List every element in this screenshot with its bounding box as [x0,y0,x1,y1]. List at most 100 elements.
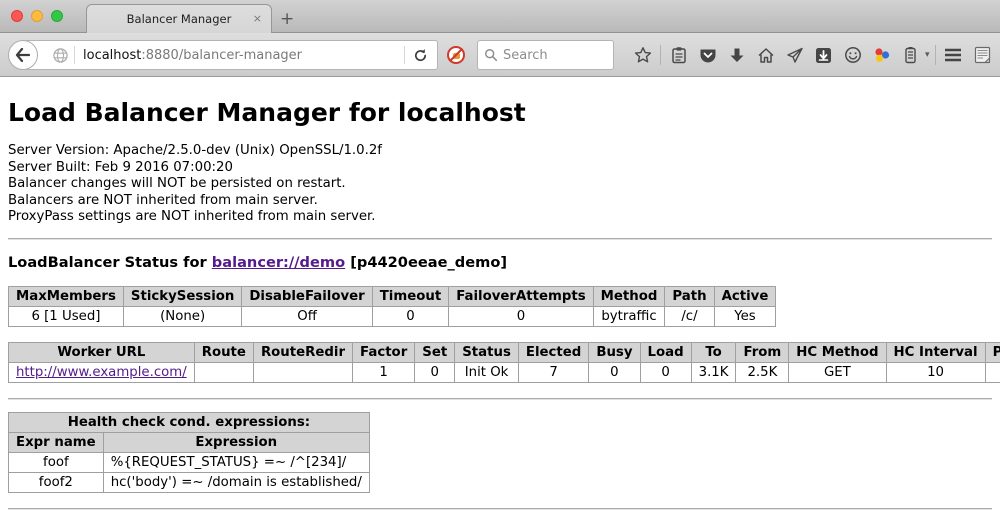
table-header-row: Expr name Expression [9,432,370,452]
table-row: foof %{REQUEST_STATUS} =~ /^[234]/ [9,452,370,472]
cell-factor: 1 [353,362,415,382]
worker-row: http://www.example.com/ 1 0 Init Ok 7 0 … [9,362,1000,382]
page-title: Load Balancer Manager for localhost [8,98,992,127]
page-snippet-icon[interactable] [973,46,991,64]
cell-expr-name: foof2 [9,472,104,492]
search-input[interactable] [503,48,603,63]
close-window-button[interactable] [11,10,23,22]
balancer-demo-link[interactable]: balancer://demo [212,254,345,271]
col-route: Route [194,342,253,362]
cell-status: Init Ok [455,362,519,382]
battery-list-icon[interactable] [902,46,920,64]
toolbar-separator [660,45,661,65]
send-plane-icon[interactable] [786,47,804,64]
downloads-icon[interactable] [728,47,746,64]
globe-icon [53,48,68,63]
proxypass-note-line: ProxyPass settings are NOT inherited fro… [8,209,992,226]
cell-expr-name: foof [9,452,104,472]
back-button[interactable] [8,40,38,70]
col-worker-url: Worker URL [9,342,195,362]
cell-route [194,362,253,382]
server-built-line: Server Built: Feb 9 2016 07:00:20 [8,160,992,177]
col-factor: Factor [353,342,415,362]
col-maxmembers: MaxMembers [9,286,124,306]
cell-hc-interval: 10 [886,362,985,382]
persist-note-line: Balancer changes will NOT be persisted o… [8,176,992,193]
col-hc-method: HC Method [789,342,886,362]
window-titlebar: Balancer Manager × + [0,0,1000,33]
col-disablefailover: DisableFailover [242,286,372,306]
col-path: Path [665,286,714,306]
cell-failoverattempts: 0 [449,306,593,326]
divider [8,238,992,240]
cell-from: 2.5K [736,362,789,382]
cell-disablefailover: Off [242,306,372,326]
col-method: Method [593,286,665,306]
tab-close-icon[interactable]: × [253,13,262,24]
cell-load: 0 [640,362,691,382]
table-row: 6 [1 Used] (None) Off 0 0 bytraffic /c/ … [9,306,776,326]
inherit-note-line: Balancers are NOT inherited from main se… [8,193,992,210]
table-header-row: MaxMembers StickySession DisableFailover… [9,286,776,306]
cell-passes: 1 (0) [985,362,1000,382]
cell-expression: hc('body') =~ /domain is established/ [103,472,369,492]
new-tab-button[interactable]: + [280,9,294,29]
table-row: foof2 hc('body') =~ /domain is establish… [9,472,370,492]
col-expression: Expression [103,432,369,452]
server-version-line: Server Version: Apache/2.5.0-dev (Unix) … [8,143,992,160]
menu-hamburger-icon[interactable] [944,48,962,62]
cell-busy: 0 [589,362,640,382]
pocket-icon[interactable] [699,47,717,64]
balancer-status-heading: LoadBalancer Status for balancer://demo … [8,254,992,271]
col-active: Active [714,286,776,306]
cell-routeredir [253,362,352,382]
cell-set: 0 [415,362,455,382]
col-failoverattempts: FailoverAttempts [449,286,593,306]
cell-method: bytraffic [593,306,665,326]
table-header-row: Worker URL Route RouteRedir Factor Set S… [9,342,1000,362]
cell-active: Yes [714,306,776,326]
cell-worker-url: http://www.example.com/ [9,362,195,382]
zoom-window-button[interactable] [51,10,63,22]
search-bar[interactable] [477,40,614,70]
col-from: From [736,342,789,362]
divider [8,398,992,400]
url-separator [74,46,75,64]
back-arrow-icon [15,48,31,62]
balancer-settings-table: MaxMembers StickySession DisableFailover… [8,286,776,327]
clipboard-icon[interactable] [670,46,688,64]
chevron-down-icon[interactable]: ▾ [925,50,930,60]
col-to: To [691,342,736,362]
color-dots-icon[interactable] [873,46,891,64]
col-busy: Busy [589,342,640,362]
col-routeredir: RouteRedir [253,342,352,362]
chat-smiley-icon[interactable] [844,46,862,64]
health-table-title: Health check cond. expressions: [9,412,370,432]
cell-maxmembers: 6 [1 Used] [9,306,124,326]
browser-tab[interactable]: Balancer Manager × [86,4,272,33]
col-load: Load [640,342,691,362]
col-elected: Elected [518,342,588,362]
extension-download-icon[interactable] [815,47,833,64]
worker-url-link[interactable]: http://www.example.com/ [16,365,187,380]
table-title-row: Health check cond. expressions: [9,412,370,432]
home-icon[interactable] [757,47,775,64]
col-status: Status [455,342,519,362]
cell-stickysession: (None) [123,306,241,326]
toolbar-icon-row: ▾ [628,33,997,77]
url-text[interactable]: localhost:8880/balancer-manager [83,48,404,63]
search-icon [484,48,498,62]
cell-hc-method: GET [789,362,886,382]
plugin-blocked-icon[interactable] [447,46,465,64]
minimize-window-button[interactable] [31,10,43,22]
col-timeout: Timeout [372,286,448,306]
col-passes: Passes [985,342,1000,362]
browser-toolbar: localhost:8880/balancer-manager [0,33,1000,77]
page-content: Load Balancer Manager for localhost Serv… [0,98,1000,510]
url-bar[interactable]: localhost:8880/balancer-manager [24,40,438,70]
col-stickysession: StickySession [123,286,241,306]
bookmark-star-icon[interactable] [634,46,652,64]
col-expr-name: Expr name [9,432,104,452]
cell-to: 3.1K [691,362,736,382]
reload-icon[interactable] [413,48,428,63]
